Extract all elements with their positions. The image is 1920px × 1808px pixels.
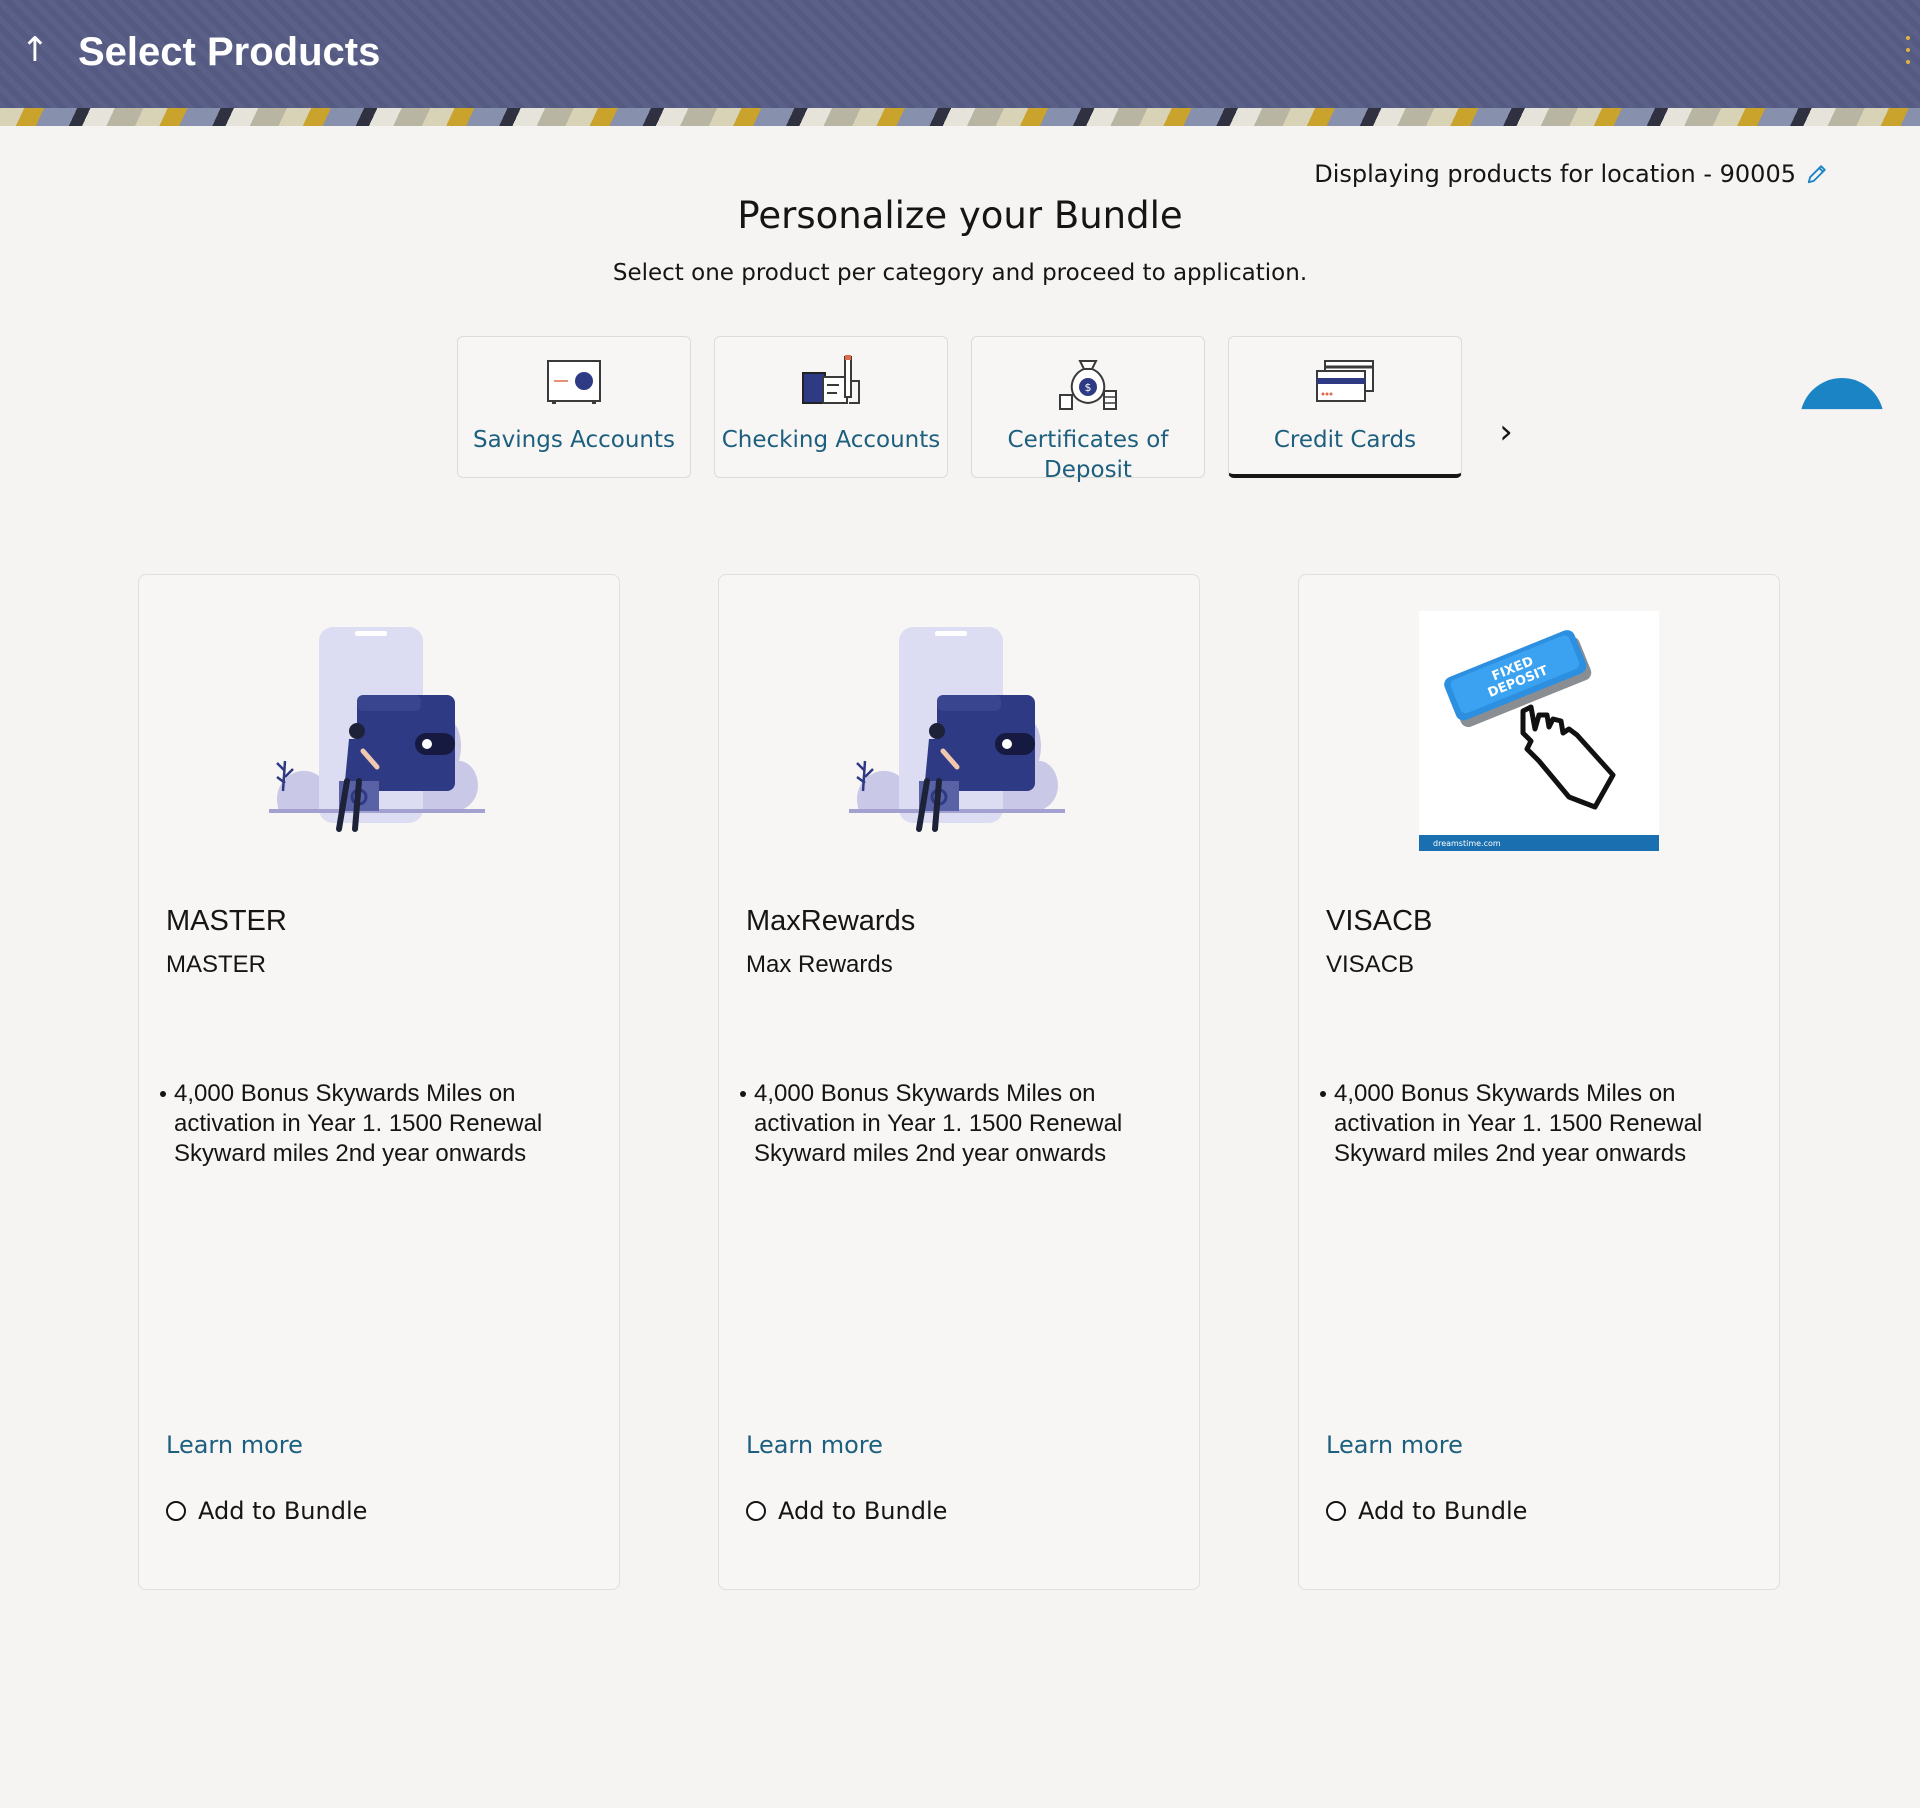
fixed-deposit-button-image: FIXED DEPOSIT dreamstime.com: [1419, 611, 1659, 851]
tabs-next-chevron-icon[interactable]: ›: [1490, 412, 1522, 452]
tab-checking-accounts[interactable]: Checking Accounts: [714, 336, 948, 478]
tab-certificates-of-deposit[interactable]: $ Certificates of Deposit: [971, 336, 1205, 483]
learn-more-link[interactable]: Learn more: [1326, 1431, 1463, 1459]
money-bag-icon: $: [1059, 360, 1117, 410]
learn-more-link[interactable]: Learn more: [746, 1431, 883, 1459]
product-card-master: MASTER MASTER 4,000 Bonus Skywards Miles…: [138, 574, 620, 1590]
location-text: Displaying products for location - 90005: [1314, 160, 1796, 188]
product-subtitle: Max Rewards: [746, 951, 893, 978]
bundle-title: Personalize your Bundle: [737, 194, 1183, 237]
product-subtitle: MASTER: [166, 951, 267, 978]
credit-cards-icon: [1316, 360, 1374, 402]
radio-button[interactable]: [746, 1501, 766, 1521]
product-subtitle: VISACB: [1326, 951, 1415, 978]
app-header: ↑ Select Products: [0, 0, 1920, 126]
tab-label: Savings Accounts: [472, 427, 675, 453]
pencil-icon[interactable]: [1806, 163, 1828, 185]
back-arrow-icon[interactable]: ↑: [18, 28, 52, 72]
add-to-bundle-radio[interactable]: Add to Bundle: [1326, 1497, 1527, 1525]
safe-icon: [547, 360, 601, 404]
tab-savings-accounts[interactable]: Savings Accounts: [457, 336, 691, 478]
kebab-menu-icon[interactable]: [1902, 36, 1914, 64]
add-to-bundle-radio[interactable]: Add to Bundle: [166, 1497, 367, 1525]
product-name: MASTER: [166, 905, 287, 937]
location-display: Displaying products for location - 90005: [1314, 160, 1828, 188]
feature-item: 4,000 Bonus Skywards Miles on activation…: [740, 1079, 1174, 1169]
product-name: VISACB: [1326, 905, 1433, 937]
radio-button[interactable]: [1326, 1501, 1346, 1521]
tab-label: Checking Accounts: [721, 427, 941, 453]
radio-button[interactable]: [166, 1501, 186, 1521]
wallet-illustration: [849, 627, 1065, 832]
add-to-bundle-radio[interactable]: Add to Bundle: [746, 1497, 947, 1525]
product-features: 4,000 Bonus Skywards Miles on activation…: [740, 1079, 1174, 1169]
learn-more-link[interactable]: Learn more: [166, 1431, 303, 1459]
header-decorative-band: [0, 108, 1920, 126]
feature-item: 4,000 Bonus Skywards Miles on activation…: [1320, 1079, 1754, 1169]
checkbook-icon: [802, 355, 860, 404]
svg-text:$: $: [1085, 381, 1092, 394]
add-to-bundle-label: Add to Bundle: [1358, 1497, 1528, 1525]
page-title: Select Products: [78, 30, 381, 74]
floating-action-button[interactable]: [1800, 378, 1884, 410]
product-features: 4,000 Bonus Skywards Miles on activation…: [1320, 1079, 1754, 1169]
tab-credit-cards[interactable]: Credit Cards: [1228, 336, 1462, 478]
product-card-maxrewards: MaxRewards Max Rewards 4,000 Bonus Skywa…: [718, 574, 1200, 1590]
image-watermark: dreamstime.com: [1433, 839, 1501, 848]
add-to-bundle-label: Add to Bundle: [198, 1497, 368, 1525]
product-name: MaxRewards: [746, 905, 916, 937]
tab-label: Credit Cards: [1273, 427, 1417, 453]
add-to-bundle-label: Add to Bundle: [778, 1497, 948, 1525]
bundle-subtitle: Select one product per category and proc…: [612, 260, 1308, 286]
wallet-illustration: [269, 627, 485, 832]
feature-item: 4,000 Bonus Skywards Miles on activation…: [160, 1079, 594, 1169]
product-card-visacb: FIXED DEPOSIT dreamstime.com VISACB VISA…: [1298, 574, 1780, 1590]
tab-label: Certificates of Deposit: [1007, 427, 1169, 483]
product-features: 4,000 Bonus Skywards Miles on activation…: [160, 1079, 594, 1169]
